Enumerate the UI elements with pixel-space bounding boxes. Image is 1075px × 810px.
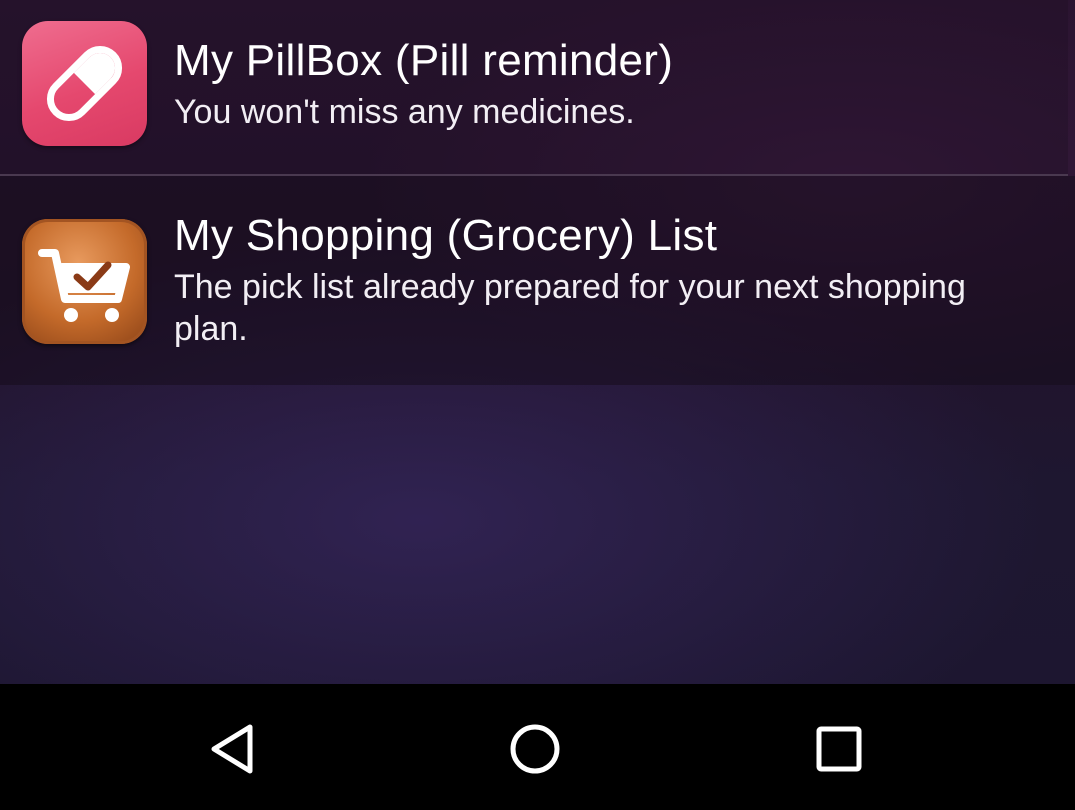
list-item-shopping-list[interactable]: My Shopping (Grocery) List The pick list… (0, 176, 1075, 385)
app-title: My Shopping (Grocery) List (174, 211, 718, 260)
pillbox-text: My PillBox (Pill reminder) You won't mis… (174, 35, 1034, 133)
back-button[interactable] (199, 714, 269, 784)
pill-icon (22, 21, 147, 146)
recents-button[interactable] (804, 714, 874, 784)
shopping-cart-check-icon (22, 219, 147, 344)
navigation-bar (0, 684, 1075, 810)
app-description: You won't miss any medicines. (174, 93, 635, 131)
shopping-list-text: My Shopping (Grocery) List The pick list… (174, 210, 1034, 350)
back-triangle-icon (211, 724, 253, 774)
list-item-pillbox[interactable]: My PillBox (Pill reminder) You won't mis… (0, 0, 1068, 176)
app-list: My PillBox (Pill reminder) You won't mis… (0, 0, 1075, 385)
home-circle-icon (510, 724, 560, 774)
screen: My PillBox (Pill reminder) You won't mis… (0, 0, 1075, 810)
recents-square-icon (816, 726, 862, 772)
app-title: My PillBox (Pill reminder) (174, 36, 674, 85)
home-button[interactable] (500, 714, 570, 784)
app-description: The pick list already prepared for your … (174, 268, 966, 348)
